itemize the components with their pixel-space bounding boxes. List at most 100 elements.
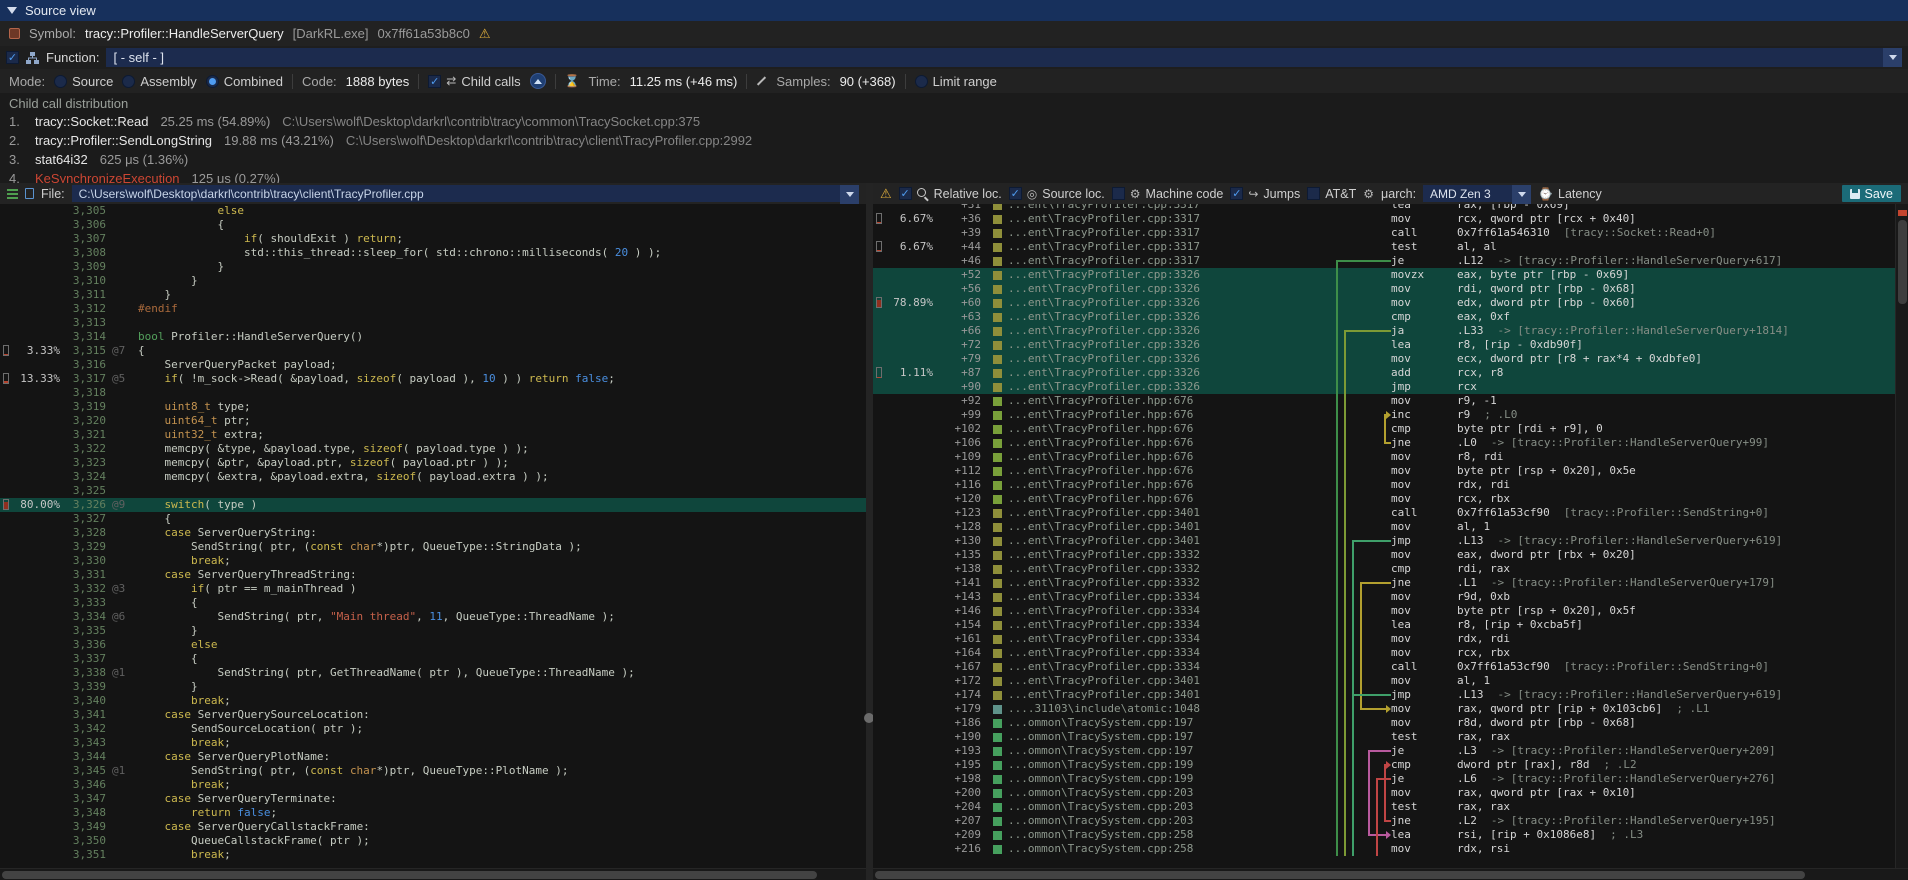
assembly-line[interactable]: +146...ent\TracyProfiler.cpp:3334movbyte… — [873, 604, 1895, 618]
assembly-line[interactable]: +193...ommon\TracySystem.cpp:197je.L3-> … — [873, 744, 1895, 758]
latency-toggle[interactable]: ⌚Latency — [1538, 187, 1602, 201]
assembly-line[interactable]: +204...ommon\TracySystem.cpp:203testrax,… — [873, 800, 1895, 814]
source-line[interactable]: 3,324 memcpy( &extra, &payload.extra, si… — [0, 470, 866, 484]
assembly-line[interactable]: +143...ent\TracyProfiler.cpp:3334movr9d,… — [873, 590, 1895, 604]
assembly-line[interactable]: +154...ent\TracyProfiler.cpp:3334lear8, … — [873, 618, 1895, 632]
assembly-line[interactable]: +120...ent\TracyProfiler.hpp:676movrcx, … — [873, 492, 1895, 506]
source-line[interactable]: 80.00%3,326@9 switch( type ) — [0, 498, 866, 512]
assembly-vertical-scrollbar[interactable] — [1895, 204, 1908, 868]
assembly-line[interactable]: +135...ent\TracyProfiler.cpp:3332moveax,… — [873, 548, 1895, 562]
source-line[interactable]: 3,346 break; — [0, 778, 866, 792]
source-line[interactable]: 3,311 } — [0, 288, 866, 302]
mode-radio-combined[interactable]: Combined — [206, 74, 283, 89]
machine-code-checkbox[interactable]: ⚙Machine code — [1112, 187, 1224, 201]
child-calls-up-button[interactable] — [530, 73, 546, 89]
assembly-line[interactable]: +31...ent\TracyProfiler.cpp:3317learax, … — [873, 204, 1895, 212]
source-line[interactable]: 3,348 return false; — [0, 806, 866, 820]
assembly-line[interactable]: +99...ent\TracyProfiler.hpp:676incr9; .L… — [873, 408, 1895, 422]
source-loc-checkbox[interactable]: ◎Source loc. — [1009, 187, 1105, 201]
assembly-line[interactable]: +116...ent\TracyProfiler.hpp:676movrdx, … — [873, 478, 1895, 492]
source-line[interactable]: 3,334@6 SendString( ptr, "Main thread", … — [0, 610, 866, 624]
mode-radio-source[interactable]: Source — [54, 74, 113, 89]
assembly-line[interactable]: +200...ommon\TracySystem.cpp:203movrax, … — [873, 786, 1895, 800]
assembly-line[interactable]: +52...ent\TracyProfiler.cpp:3326movzxeax… — [873, 268, 1895, 282]
assembly-line[interactable]: +128...ent\TracyProfiler.cpp:3401moval, … — [873, 520, 1895, 534]
scrollbar-thumb[interactable] — [875, 871, 1805, 879]
assembly-line[interactable]: +195...ommon\TracySystem.cpp:199cmpdword… — [873, 758, 1895, 772]
assembly-line[interactable]: +198...ommon\TracySystem.cpp:199je.L6-> … — [873, 772, 1895, 786]
assembly-line[interactable]: +138...ent\TracyProfiler.cpp:3332cmprdi,… — [873, 562, 1895, 576]
source-line[interactable]: 3,316 ServerQueryPacket payload; — [0, 358, 866, 372]
source-line[interactable]: 3,330 break; — [0, 554, 866, 568]
assembly-line[interactable]: +167...ent\TracyProfiler.cpp:3334call0x7… — [873, 660, 1895, 674]
chevron-down-icon[interactable] — [840, 185, 859, 204]
source-line[interactable]: 3,342 SendSourceLocation( ptr ); — [0, 722, 866, 736]
assembly-line[interactable]: +190...ommon\TracySystem.cpp:197testrax,… — [873, 730, 1895, 744]
source-code-area[interactable]: 3,305 else3,306 {3,307 if( shouldExit ) … — [0, 204, 866, 868]
collapse-arrow-icon[interactable] — [7, 7, 17, 14]
source-line[interactable]: 3,323 memcpy( &ptr, &payload.ptr, sizeof… — [0, 456, 866, 470]
save-button[interactable]: Save — [1842, 185, 1902, 202]
source-line[interactable]: 3,337 { — [0, 652, 866, 666]
source-line[interactable]: 3,332@3 if( ptr == m_mainThread ) — [0, 582, 866, 596]
source-line[interactable]: 3,307 if( shouldExit ) return; — [0, 232, 866, 246]
title-bar[interactable]: Source view — [0, 0, 1908, 21]
assembly-line[interactable]: +102...ent\TracyProfiler.hpp:676cmpbyte … — [873, 422, 1895, 436]
source-line[interactable]: 3,341 case ServerQuerySourceLocation: — [0, 708, 866, 722]
assembly-line[interactable]: +174...ent\TracyProfiler.cpp:3401jmp.L13… — [873, 688, 1895, 702]
source-line[interactable]: 3,350 QueueCallstackFrame( ptr ); — [0, 834, 866, 848]
assembly-line[interactable]: 6.67%+36...ent\TracyProfiler.cpp:3317mov… — [873, 212, 1895, 226]
assembly-line[interactable]: +179....31103\include\atomic:1048movrax,… — [873, 702, 1895, 716]
source-horizontal-scrollbar[interactable] — [0, 868, 866, 880]
chevron-down-icon[interactable] — [1512, 185, 1531, 204]
source-line[interactable]: 3,319 uint8_t type; — [0, 400, 866, 414]
source-line[interactable]: 3,338@1 SendString( ptr, GetThreadName( … — [0, 666, 866, 680]
limit-range-checkbox[interactable]: Limit range — [915, 74, 997, 89]
pane-splitter[interactable] — [866, 183, 873, 880]
assembly-line[interactable]: +92...ent\TracyProfiler.hpp:676movr9, -1 — [873, 394, 1895, 408]
att-syntax-checkbox[interactable]: AT&T — [1307, 187, 1356, 201]
assembly-line[interactable]: +141...ent\TracyProfiler.cpp:3332jne.L1-… — [873, 576, 1895, 590]
source-line[interactable]: 3,344 case ServerQueryPlotName: — [0, 750, 866, 764]
uarch-combo[interactable]: AMD Zen 3 — [1423, 185, 1531, 202]
source-line[interactable]: 3,305 else — [0, 204, 866, 218]
source-line[interactable]: 3,309 } — [0, 260, 866, 274]
file-combo[interactable]: C:\Users\wolf\Desktop\darkrl\contrib\tra… — [72, 185, 859, 202]
source-line[interactable]: 3,343 break; — [0, 736, 866, 750]
assembly-line[interactable]: +79...ent\TracyProfiler.cpp:3326movecx, … — [873, 352, 1895, 366]
function-combo[interactable]: [ - self - ] — [106, 48, 1902, 67]
assembly-line[interactable]: +72...ent\TracyProfiler.cpp:3326lear8, [… — [873, 338, 1895, 352]
source-line[interactable]: 3,335 } — [0, 624, 866, 638]
mode-radio-assembly[interactable]: Assembly — [122, 74, 196, 89]
assembly-line[interactable]: +161...ent\TracyProfiler.cpp:3334movrdx,… — [873, 632, 1895, 646]
source-line[interactable]: 3,325 — [0, 484, 866, 498]
assembly-line[interactable]: +123...ent\TracyProfiler.cpp:3401call0x7… — [873, 506, 1895, 520]
source-line[interactable]: 3,347 case ServerQueryTerminate: — [0, 792, 866, 806]
source-line[interactable]: 3,318 — [0, 386, 866, 400]
source-line[interactable]: 3,313 — [0, 316, 866, 330]
jumps-checkbox[interactable]: ↪Jumps — [1230, 187, 1300, 201]
assembly-line[interactable]: 6.67%+44...ent\TracyProfiler.cpp:3317tes… — [873, 240, 1895, 254]
source-line[interactable]: 3,331 case ServerQueryThreadString: — [0, 568, 866, 582]
scrollbar-thumb[interactable] — [2, 871, 817, 879]
source-line[interactable]: 3,340 break; — [0, 694, 866, 708]
child-calls-checkbox[interactable]: ⇄Child calls — [428, 74, 520, 89]
child-call-item[interactable]: 3.stat64i32625 μs (1.36%) — [9, 150, 1899, 169]
source-line[interactable]: 3,306 { — [0, 218, 866, 232]
source-line[interactable]: 3,312#endif — [0, 302, 866, 316]
assembly-line[interactable]: +56...ent\TracyProfiler.cpp:3326movrdi, … — [873, 282, 1895, 296]
source-line[interactable]: 3,320 uint64_t ptr; — [0, 414, 866, 428]
assembly-line[interactable]: +66...ent\TracyProfiler.cpp:3326ja.L33->… — [873, 324, 1895, 338]
source-line[interactable]: 3,336 else — [0, 638, 866, 652]
source-line[interactable]: 3,321 uint32_t extra; — [0, 428, 866, 442]
assembly-line[interactable]: 1.11%+87...ent\TracyProfiler.cpp:3326add… — [873, 366, 1895, 380]
source-line[interactable]: 3,322 memcpy( &type, &payload.type, size… — [0, 442, 866, 456]
assembly-line[interactable]: +216...ommon\TracySystem.cpp:258movrdx, … — [873, 842, 1895, 856]
assembly-line[interactable]: +164...ent\TracyProfiler.cpp:3334movrcx,… — [873, 646, 1895, 660]
source-line[interactable]: 3,308 std::this_thread::sleep_for( std::… — [0, 246, 866, 260]
source-line[interactable]: 3,329 SendString( ptr, (const char*)ptr,… — [0, 540, 866, 554]
assembly-line[interactable]: +172...ent\TracyProfiler.cpp:3401moval, … — [873, 674, 1895, 688]
source-line[interactable]: 3,314bool Profiler::HandleServerQuery() — [0, 330, 866, 344]
source-line[interactable]: 3,328 case ServerQueryString: — [0, 526, 866, 540]
assembly-line[interactable]: +207...ommon\TracySystem.cpp:203jne.L2->… — [873, 814, 1895, 828]
